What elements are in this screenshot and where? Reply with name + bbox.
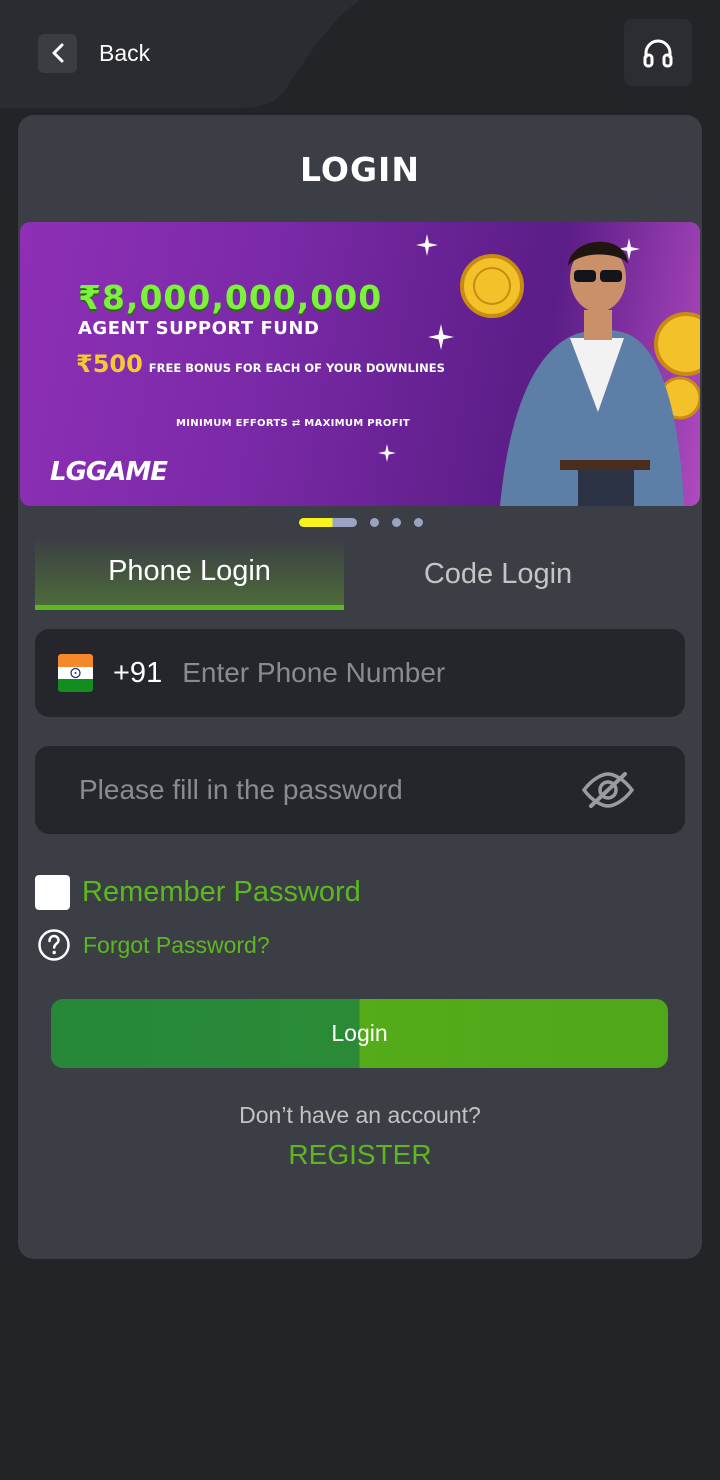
headset-icon [643,39,673,67]
remember-password-toggle[interactable]: Remember Password [35,875,361,910]
phone-field: +91 [35,629,685,717]
pagination-dot-active[interactable] [299,517,357,527]
remember-checkbox[interactable] [35,875,70,910]
banner-person-illustration [460,241,700,506]
pagination-dot[interactable] [392,517,401,527]
pagination-dot[interactable] [414,517,423,527]
remember-label: Remember Password [82,876,361,908]
banner-pagination [299,517,423,527]
page-title: LOGIN [300,150,420,189]
sparkle-icon [416,234,438,256]
banner-logo: LGGAME [50,457,168,487]
banner-bonus: ₹500 FREE BONUS FOR EACH OF YOUR DOWNLIN… [76,350,445,378]
eye-slash-icon[interactable] [581,770,635,810]
pagination-dot[interactable] [370,517,379,527]
banner-effort-text: MINIMUM EFFORTS ⇄ MAXIMUM PROFIT [176,418,411,429]
banner-bonus-text: FREE BONUS FOR EACH OF YOUR DOWNLINES [148,361,445,375]
login-button[interactable]: Login [51,999,668,1068]
register-link[interactable]: REGISTER [0,1139,720,1171]
tab-code-login[interactable]: Code Login [344,538,652,610]
password-field [35,746,685,834]
country-code[interactable]: +91 [113,657,162,690]
banner-bonus-amount: ₹500 [76,350,143,378]
sparkle-icon [378,444,396,462]
banner-fund-text: AGENT SUPPORT FUND [78,318,320,339]
tab-phone-login[interactable]: Phone Login [35,538,344,610]
no-account-text: Don’t have an account? [239,1102,481,1128]
sparkle-icon [428,324,454,350]
forgot-password-link[interactable]: Forgot Password? [37,928,270,962]
chevron-left-icon [38,33,77,73]
back-button[interactable]: Back [38,33,150,73]
support-button[interactable] [624,19,692,86]
india-flag-icon [58,654,93,692]
question-circle-icon [38,929,70,961]
promo-banner[interactable]: ₹8,000,000,000 AGENT SUPPORT FUND ₹500 F… [20,222,700,506]
phone-input[interactable] [182,657,623,689]
banner-amount: ₹8,000,000,000 [78,278,383,317]
forgot-password-label: Forgot Password? [83,931,270,958]
password-input[interactable] [79,774,549,806]
top-header: Back [0,0,720,110]
back-label: Back [99,39,151,66]
